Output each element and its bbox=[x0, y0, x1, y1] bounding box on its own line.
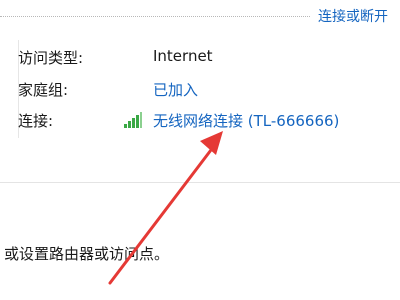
setup-router-text: 或设置路由器或访问点。 bbox=[4, 245, 170, 263]
connection-row: 连接: 无线网络连接 (TL-666666) bbox=[18, 110, 339, 131]
section-divider bbox=[0, 182, 400, 183]
access-type-value: Internet bbox=[153, 47, 213, 65]
homegroup-label: 家庭组: bbox=[18, 81, 69, 99]
access-type-label: 访问类型: bbox=[18, 49, 84, 67]
connect-or-disconnect-link[interactable]: 连接或断开 bbox=[318, 6, 388, 26]
homegroup-joined-link[interactable]: 已加入 bbox=[153, 79, 198, 100]
connection-label: 连接: bbox=[18, 112, 54, 130]
wireless-connection-link[interactable]: 无线网络连接 (TL-666666) bbox=[153, 110, 339, 131]
access-type-row: 访问类型: Internet bbox=[18, 47, 213, 68]
wifi-signal-icon bbox=[124, 112, 142, 128]
homegroup-row: 家庭组: 已加入 bbox=[18, 79, 198, 100]
header-divider bbox=[0, 16, 310, 17]
network-and-sharing-center: 连接或断开 访问类型: Internet 家庭组: 已加入 连接: 无线网络连接… bbox=[0, 0, 400, 300]
